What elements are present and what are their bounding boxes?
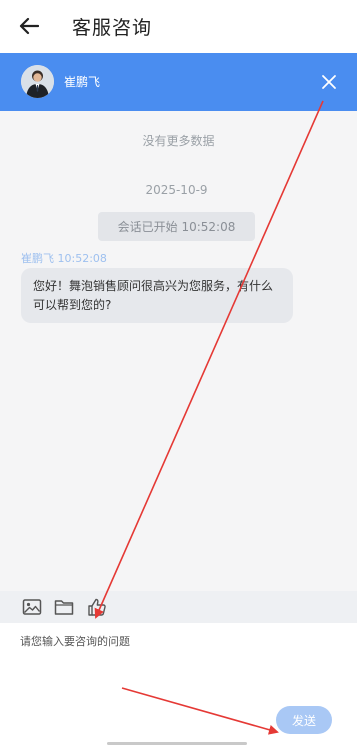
file-button[interactable] [54,597,74,617]
image-button[interactable] [22,597,42,617]
agent-name: 崔鹏飞 [64,75,101,89]
date-label: 2025-10-9 [145,183,208,197]
image-icon [22,599,42,615]
message-input[interactable] [20,633,337,703]
arrow-left-icon [19,17,39,35]
no-more-data-text: 没有更多数据 [142,134,215,148]
message-bubble: 您好！舞泡销售顾问很高兴为您服务，有什么可以帮到您的? [21,268,293,323]
chat-message-area[interactable]: 没有更多数据 2025-10-9 会话已开始 10:52:08 崔鹏飞 10:5… [0,111,357,591]
close-icon [322,75,336,89]
message-sender-time: 崔鹏飞 10:52:08 [21,252,107,265]
agent-avatar [21,65,54,98]
folder-icon [54,600,74,615]
page-title: 客服咨询 [72,17,153,39]
composer-toolbar [0,591,357,623]
close-chat-button[interactable] [318,71,340,93]
thumbs-up-icon [88,598,106,616]
session-started-badge: 会话已开始 10:52:08 [98,212,255,241]
top-nav-bar: 客服咨询 [0,0,357,52]
chat-header: 崔鹏飞 [0,53,357,111]
rate-button[interactable] [87,597,107,617]
send-button[interactable]: 发送 [276,706,332,734]
composer: 发送 [0,623,357,745]
back-button[interactable] [14,12,44,40]
